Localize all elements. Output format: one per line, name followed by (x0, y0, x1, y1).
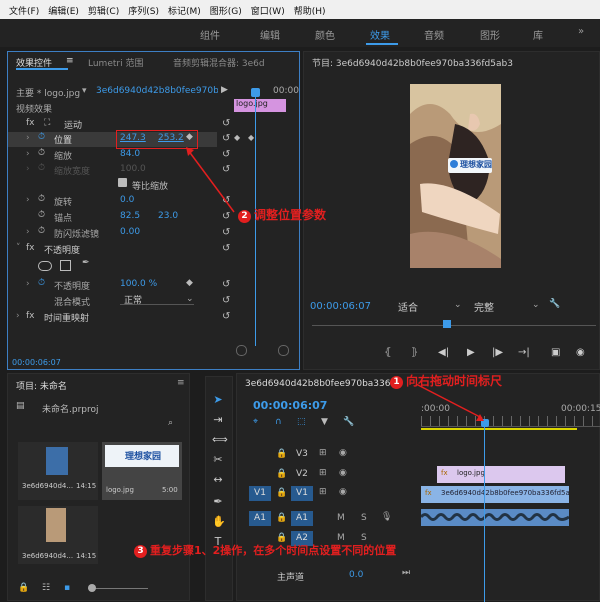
annotation-text: 向右拖动时间标尺 (406, 374, 503, 388)
annotation-arrows (186, 147, 484, 421)
annotation-step-2: 2 调整位置参数 (238, 206, 326, 223)
annotation-text: 重复步骤1、2操作，在多个时间点设置不同的位置 (150, 544, 397, 557)
annotation-text: 调整位置参数 (254, 208, 327, 222)
annotation-number: 1 (390, 376, 403, 389)
annotation-step-1: 1 向右拖动时间标尺 (390, 372, 502, 389)
annotation-step-3: 3 重复步骤1、2操作，在多个时间点设置不同的位置 (134, 542, 396, 558)
annotation-number: 2 (238, 210, 251, 223)
annotation-number: 3 (134, 545, 147, 558)
